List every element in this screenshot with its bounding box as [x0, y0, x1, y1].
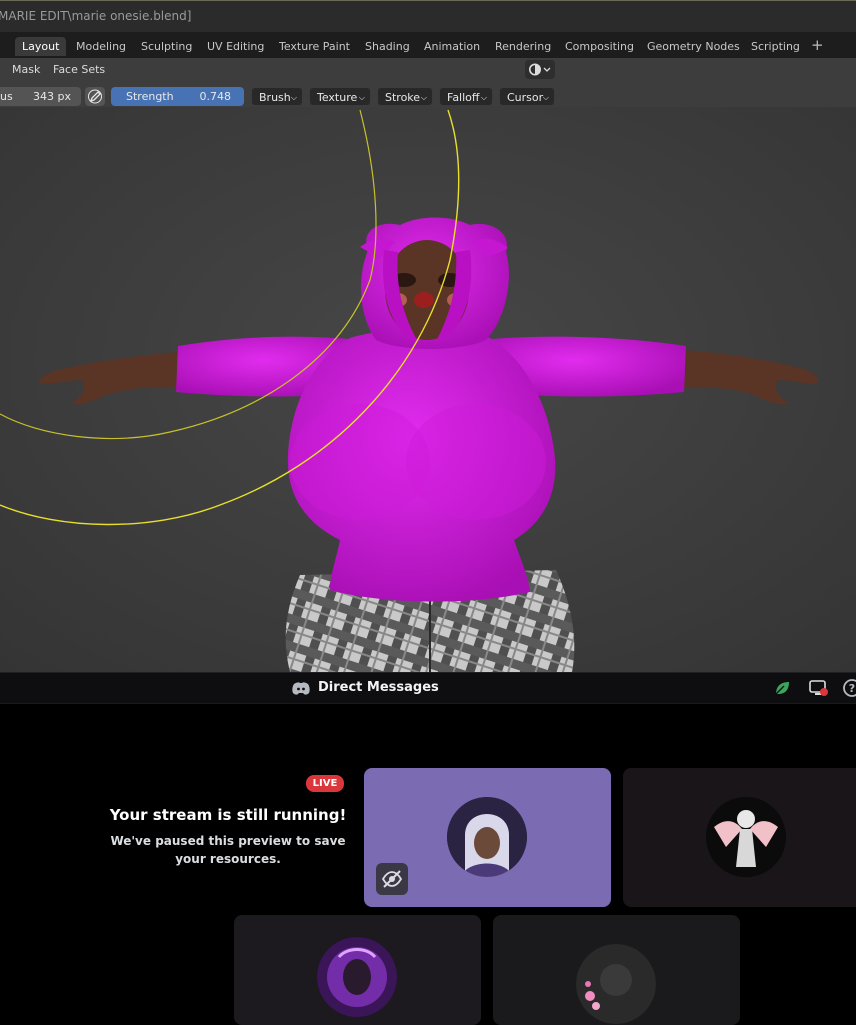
brush-dropdown-label: Brush [259, 91, 291, 104]
nitro-leaf-icon[interactable] [773, 679, 791, 697]
workspace-tab-bar: Layout Modeling Sculpting UV Editing Tex… [0, 32, 856, 58]
blender-window: MARIE EDIT\marie onesie.blend] Layout Mo… [0, 0, 856, 672]
discord-header: Direct Messages ? [0, 672, 856, 704]
cursor-dropdown[interactable]: Cursor ⌵ [499, 87, 555, 106]
tab-uv-editing[interactable]: UV Editing [200, 37, 271, 56]
screen-share-icon[interactable] [809, 679, 829, 697]
participant-tile-active[interactable] [364, 768, 611, 907]
help-icon[interactable]: ? [843, 679, 856, 697]
avatar [576, 944, 656, 1024]
window-titlebar: MARIE EDIT\marie onesie.blend] [0, 0, 856, 32]
participant-tile[interactable] [623, 768, 856, 907]
direct-messages-title: Direct Messages [318, 680, 439, 695]
tab-sculpting[interactable]: Sculpting [134, 37, 199, 56]
radius-value: 343 px [33, 90, 71, 103]
chevron-down-icon: ⌵ [480, 93, 487, 102]
avatar [706, 797, 786, 877]
tab-modeling[interactable]: Modeling [69, 37, 133, 56]
tab-geometry-nodes[interactable]: Geometry Nodes [640, 37, 747, 56]
pen-pressure-icon [88, 89, 102, 104]
brush-dropdown[interactable]: Brush ⌵ [251, 87, 303, 106]
avatar [447, 797, 527, 877]
texture-dropdown[interactable]: Texture ⌵ [309, 87, 371, 106]
cursor-dropdown-label: Cursor [507, 91, 544, 104]
tab-rendering[interactable]: Rendering [488, 37, 558, 56]
participant-tile[interactable] [234, 915, 481, 1025]
svg-text:?: ? [849, 682, 855, 695]
sculpt-model-render [0, 107, 856, 672]
viewport-shading-icon [529, 63, 551, 76]
chevron-down-icon: ⌵ [542, 93, 549, 102]
tab-animation[interactable]: Animation [417, 37, 487, 56]
radius-pressure-toggle[interactable] [85, 87, 105, 106]
window-title: MARIE EDIT\marie onesie.blend] [0, 9, 192, 23]
3d-viewport[interactable] [0, 107, 856, 672]
chevron-down-icon: ⌵ [358, 93, 365, 102]
stroke-dropdown[interactable]: Stroke ⌵ [377, 87, 433, 106]
tab-scripting[interactable]: Scripting [744, 37, 807, 56]
hidden-stream-button[interactable] [376, 863, 408, 895]
tab-compositing[interactable]: Compositing [558, 37, 641, 56]
discord-icon [292, 682, 310, 695]
radius-label: us [0, 90, 13, 103]
stream-paused-message: We've paused this preview to save your r… [110, 834, 346, 866]
mask-menu[interactable]: Mask [12, 63, 40, 76]
viewport-shading-button[interactable] [525, 60, 555, 79]
live-badge: LIVE [306, 775, 344, 792]
strength-value: 0.748 [199, 90, 232, 103]
strength-label: Strength [126, 90, 174, 103]
chevron-down-icon: ⌵ [290, 93, 297, 102]
radius-field[interactable]: us 343 px [0, 87, 81, 106]
tab-layout[interactable]: Layout [15, 37, 67, 56]
chevron-down-icon: ⌵ [420, 93, 427, 102]
avatar [317, 937, 397, 1017]
add-workspace-button[interactable]: + [804, 37, 831, 56]
participant-tile[interactable] [493, 915, 740, 1025]
hidden-eye-icon [381, 870, 403, 888]
viewport-header: Mask Face Sets [0, 58, 856, 82]
tab-shading[interactable]: Shading [358, 37, 417, 56]
falloff-dropdown[interactable]: Falloff ⌵ [439, 87, 493, 106]
stroke-dropdown-label: Stroke [385, 91, 421, 104]
tab-texture-paint[interactable]: Texture Paint [272, 37, 357, 56]
texture-dropdown-label: Texture [317, 91, 358, 104]
strength-field[interactable]: Strength 0.748 [111, 87, 244, 106]
sculpt-tool-settings: us 343 px Strength 0.748 Brush ⌵ Texture… [0, 85, 856, 107]
face-sets-menu[interactable]: Face Sets [53, 63, 105, 76]
stream-running-title: Your stream is still running! [109, 806, 347, 824]
falloff-dropdown-label: Falloff [447, 91, 480, 104]
